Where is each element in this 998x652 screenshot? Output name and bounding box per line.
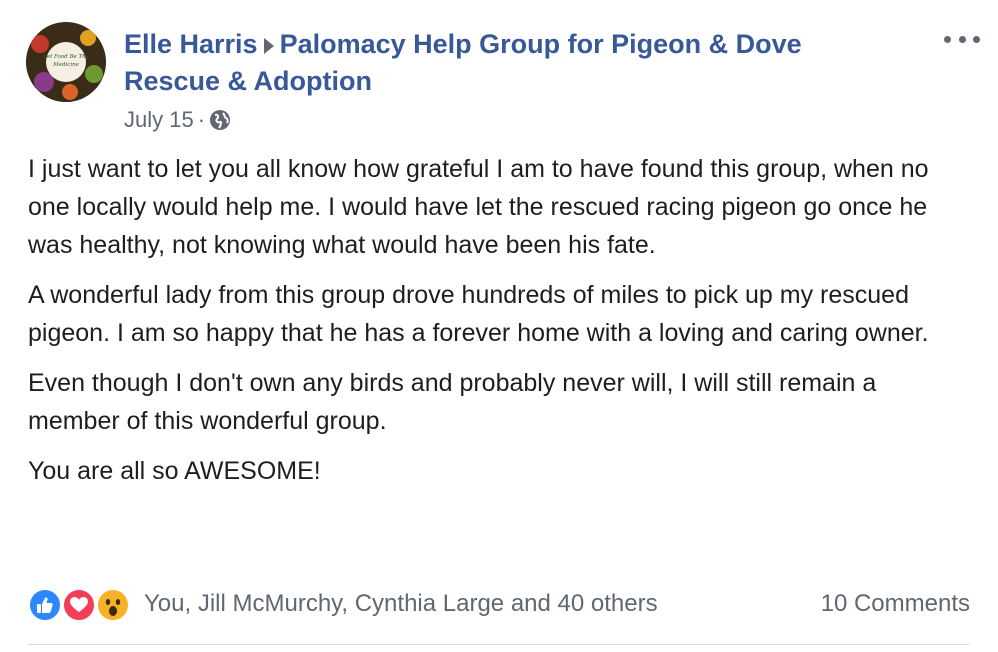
avatar-text-line-1: Let Food Be Thy bbox=[42, 54, 90, 60]
love-icon bbox=[62, 588, 96, 622]
author-name-link[interactable]: Elle Harris bbox=[124, 29, 258, 59]
more-dot-icon bbox=[973, 35, 980, 43]
post-paragraph: A wonderful lady from this group drove h… bbox=[28, 281, 929, 347]
comments-count-link[interactable]: 10 Comments bbox=[821, 590, 970, 618]
wow-icon bbox=[96, 588, 130, 622]
post-header: Elle Harris Palomacy Help Group for Pigeo… bbox=[124, 26, 884, 100]
author-avatar[interactable]: Let Food Be Thy Medicine bbox=[26, 22, 106, 102]
post-meta: July 15 · bbox=[124, 105, 231, 135]
reactions-summary-link[interactable]: You, Jill McMurchy, Cynthia Large and 40… bbox=[144, 590, 658, 618]
more-dot-icon bbox=[944, 35, 951, 43]
avatar-text-line-2: Medicine bbox=[52, 62, 80, 68]
triangle-right-icon bbox=[263, 37, 275, 55]
post-options-button[interactable] bbox=[944, 28, 980, 50]
globe-icon[interactable] bbox=[209, 109, 231, 131]
more-dot-icon bbox=[958, 35, 966, 43]
post-paragraph: You are all so AWESOME! bbox=[28, 457, 321, 485]
post-paragraph: Even though I don't own any birds and pr… bbox=[28, 369, 877, 435]
meta-separator: · bbox=[197, 107, 206, 132]
reaction-icons[interactable] bbox=[28, 588, 138, 624]
like-icon bbox=[28, 588, 62, 622]
post-paragraph: I just want to let you all know how grat… bbox=[28, 155, 929, 259]
footer-divider bbox=[28, 644, 970, 645]
post-date-link[interactable]: July 15 bbox=[124, 107, 194, 133]
feed-post: Let Food Be Thy Medicine Elle Harris Palo… bbox=[0, 0, 998, 652]
post-body: I just want to let you all know how grat… bbox=[28, 150, 973, 502]
avatar-image: Let Food Be Thy Medicine bbox=[26, 22, 106, 102]
post-footer: You, Jill McMurchy, Cynthia Large and 40… bbox=[28, 586, 970, 626]
